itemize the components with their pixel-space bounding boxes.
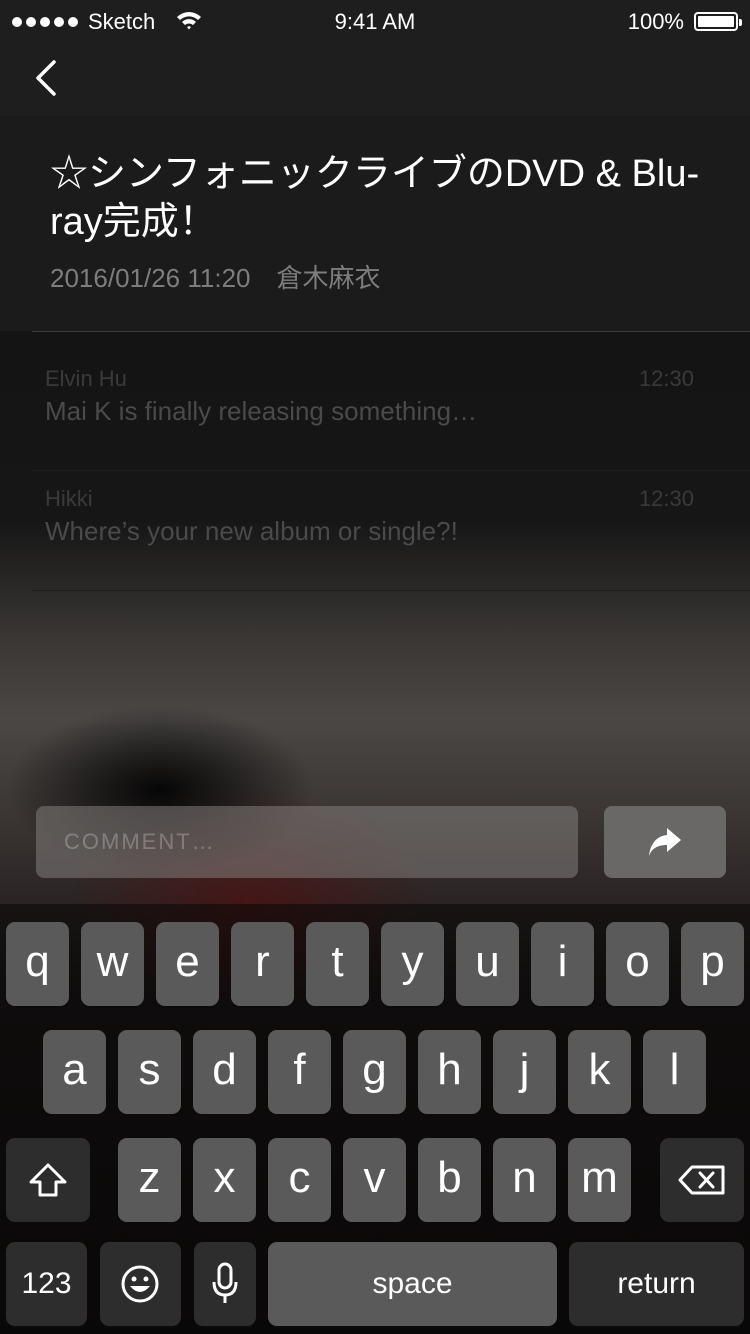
battery-icon (694, 12, 742, 31)
key-d[interactable]: d (193, 1030, 256, 1114)
key-k[interactable]: k (568, 1030, 631, 1114)
battery-percent: 100% (627, 9, 684, 34)
key-p[interactable]: p (681, 922, 744, 1006)
post-header: ☆シンフォニックライブのDVD & Blu-ray完成！ 2016/01/26 … (0, 116, 750, 331)
shift-icon (29, 1163, 67, 1197)
comment-time: 12:30 (638, 486, 694, 511)
share-arrow-icon (649, 828, 681, 856)
microphone-icon (212, 1262, 238, 1303)
key-o[interactable]: o (606, 922, 669, 1006)
comment-author: Hikki (45, 486, 93, 511)
key-g[interactable]: g (343, 1030, 406, 1114)
key-i[interactable]: i (531, 922, 594, 1006)
dictation-key[interactable] (194, 1242, 256, 1326)
status-bar: Sketch 9:41 AM 100% (0, 0, 750, 44)
post-date: 2016/01/26 11:20 (50, 263, 251, 293)
comment-text: Where’s your new album or single?! (45, 516, 458, 546)
comment-author: Elvin Hu (45, 366, 127, 391)
chevron-left-icon (36, 60, 56, 96)
keyboard: q w e r t y u i o p a s d f g h j k l z … (0, 904, 750, 1334)
comment-item[interactable]: Hikki 12:30 Where’s your new album or si… (32, 470, 750, 591)
comment-input[interactable] (36, 806, 578, 878)
shift-key[interactable] (6, 1138, 90, 1222)
key-u[interactable]: u (456, 922, 519, 1006)
delete-key[interactable] (660, 1138, 744, 1222)
emoji-key[interactable] (100, 1242, 181, 1326)
key-b[interactable]: b (418, 1138, 481, 1222)
key-n[interactable]: n (493, 1138, 556, 1222)
key-w[interactable]: w (81, 922, 144, 1006)
key-q[interactable]: q (6, 922, 69, 1006)
space-key[interactable]: space (268, 1242, 557, 1326)
comment-time: 12:30 (638, 366, 694, 391)
comment-item[interactable]: Elvin Hu 12:30 Mai K is finally releasin… (32, 350, 750, 471)
emoji-icon (121, 1265, 159, 1303)
send-button[interactable] (604, 806, 726, 878)
comment-text: Mai K is finally releasing something… (45, 396, 478, 426)
key-e[interactable]: e (156, 922, 219, 1006)
key-l[interactable]: l (643, 1030, 706, 1114)
key-v[interactable]: v (343, 1138, 406, 1222)
key-j[interactable]: j (493, 1030, 556, 1114)
return-key[interactable]: return (569, 1242, 744, 1326)
back-button[interactable] (28, 58, 68, 102)
post-author: 倉木麻衣 (276, 263, 381, 293)
key-f[interactable]: f (268, 1030, 331, 1114)
key-a[interactable]: a (43, 1030, 106, 1114)
navigation-bar (0, 44, 750, 116)
header-divider (32, 331, 750, 332)
post-meta: 2016/01/26 11:20 倉木麻衣 (50, 258, 381, 295)
delete-icon (678, 1165, 725, 1195)
key-r[interactable]: r (231, 922, 294, 1006)
key-h[interactable]: h (418, 1030, 481, 1114)
key-m[interactable]: m (568, 1138, 631, 1222)
key-c[interactable]: c (268, 1138, 331, 1222)
numbers-key[interactable]: 123 (6, 1242, 87, 1326)
post-title: ☆シンフォニックライブのDVD & Blu-ray完成！ (50, 153, 700, 243)
key-y[interactable]: y (381, 922, 444, 1006)
key-z[interactable]: z (118, 1138, 181, 1222)
key-t[interactable]: t (306, 922, 369, 1006)
key-x[interactable]: x (193, 1138, 256, 1222)
key-s[interactable]: s (118, 1030, 181, 1114)
